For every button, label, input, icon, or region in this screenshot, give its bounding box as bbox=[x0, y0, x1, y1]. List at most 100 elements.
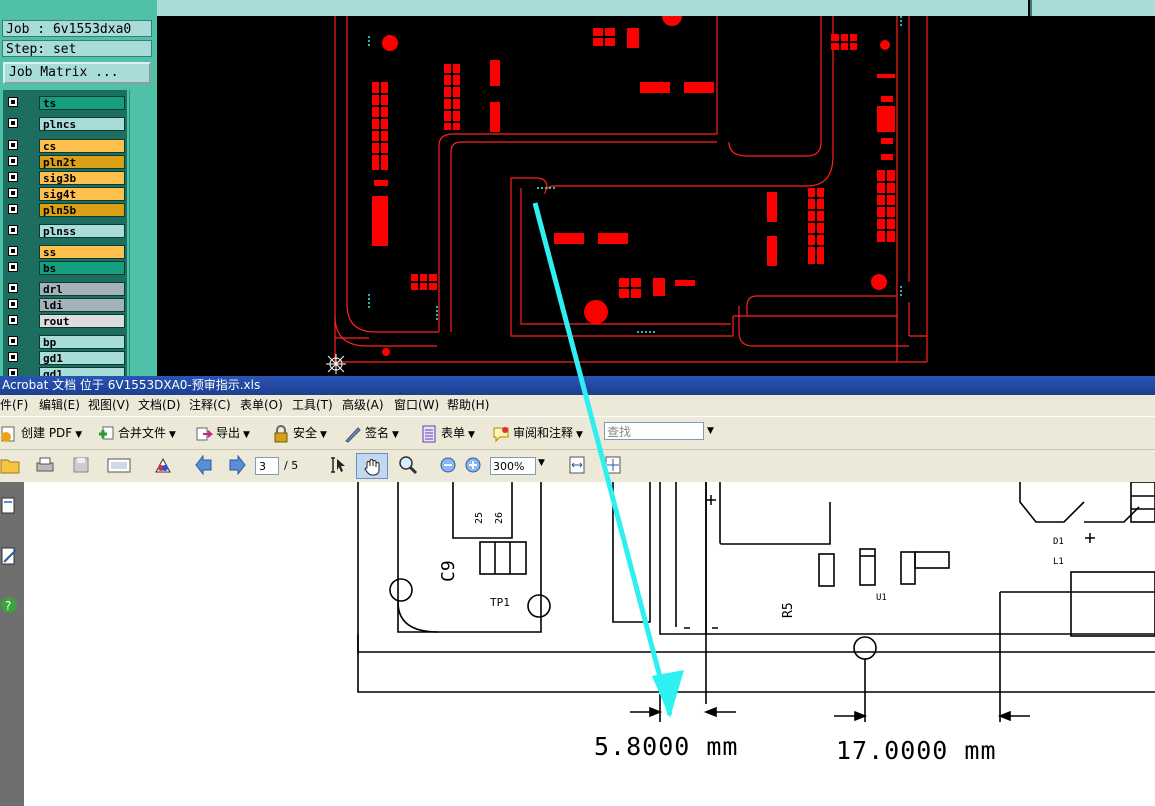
layer-name[interactable]: pln5b bbox=[39, 203, 125, 217]
genesis-side-panel: Job : 6v1553dxa0 Step: set Job Matrix ..… bbox=[0, 0, 157, 381]
layer-row[interactable]: sig4t bbox=[3, 186, 127, 202]
layer-row[interactable]: ts bbox=[3, 95, 127, 111]
layer-row[interactable]: bs bbox=[3, 260, 127, 276]
layer-checkbox[interactable] bbox=[8, 352, 18, 362]
form-icon bbox=[422, 425, 436, 442]
layer-checkbox[interactable] bbox=[8, 262, 18, 272]
layer-checkbox[interactable] bbox=[8, 225, 18, 235]
layer-checkbox[interactable] bbox=[8, 299, 18, 309]
layer-name[interactable]: cs bbox=[39, 139, 125, 153]
zoom-level-input[interactable]: 300% bbox=[490, 457, 536, 475]
panel-scrollbar[interactable] bbox=[129, 90, 154, 376]
export-button[interactable]: 导出 ▼ bbox=[195, 421, 250, 445]
layer-checkbox[interactable] bbox=[8, 204, 18, 214]
dimension-label-1: 5.8000 mm bbox=[594, 732, 739, 761]
layer-checkbox[interactable] bbox=[8, 315, 18, 325]
menu-comments[interactable]: 注释(C) bbox=[189, 395, 231, 415]
layer-checkbox[interactable] bbox=[8, 283, 18, 293]
menu-view[interactable]: 视图(V) bbox=[88, 395, 130, 415]
previous-page-icon[interactable] bbox=[195, 455, 215, 475]
create-pdf-button[interactable]: 创建 PDF ▼ bbox=[0, 421, 82, 445]
layer-row[interactable]: plncs bbox=[3, 116, 127, 132]
search-dropdown-icon[interactable]: ▼ bbox=[707, 426, 714, 436]
menu-forms[interactable]: 表单(O) bbox=[240, 395, 283, 415]
layer-name[interactable]: pln2t bbox=[39, 155, 125, 169]
layer-name[interactable]: rout bbox=[39, 314, 125, 328]
signatures-icon[interactable] bbox=[0, 546, 20, 568]
zoom-out-icon[interactable] bbox=[438, 455, 458, 475]
layer-row[interactable]: plnss bbox=[3, 223, 127, 239]
zoom-tool-icon[interactable] bbox=[398, 455, 418, 475]
layer-checkbox[interactable] bbox=[8, 172, 18, 182]
job-matrix-button[interactable]: Job Matrix ... bbox=[3, 62, 151, 84]
fit-width-icon[interactable] bbox=[567, 455, 587, 475]
menu-help[interactable]: 帮助(H) bbox=[447, 395, 489, 415]
fit-page-icon[interactable] bbox=[603, 455, 623, 475]
pcb-graphic-canvas[interactable] bbox=[157, 6, 1155, 376]
genesis-top-bar-right bbox=[1030, 0, 1155, 16]
layer-checkbox[interactable] bbox=[8, 118, 18, 128]
print-icon[interactable] bbox=[35, 455, 55, 475]
layer-name[interactable]: drl bbox=[39, 282, 125, 296]
window-title: Acrobat 文档 位于 6V1553DXA0-预审指示.xls bbox=[0, 376, 1155, 395]
menu-file[interactable]: 件(F) bbox=[0, 395, 28, 415]
layer-checkbox[interactable] bbox=[8, 188, 18, 198]
layer-name[interactable]: ldi bbox=[39, 298, 125, 312]
file-toolbar: ▼ bbox=[0, 449, 1155, 481]
menu-document[interactable]: 文档(D) bbox=[138, 395, 181, 415]
layer-row[interactable]: bp bbox=[3, 334, 127, 350]
layer-row[interactable]: sig3b bbox=[3, 170, 127, 186]
dimension-arrows bbox=[630, 694, 1030, 722]
layer-checkbox[interactable] bbox=[8, 336, 18, 346]
layer-checkbox[interactable] bbox=[8, 246, 18, 256]
layer-name[interactable]: plncs bbox=[39, 117, 125, 131]
combine-files-button[interactable]: 合并文件 ▼ bbox=[97, 421, 176, 445]
page-number-input[interactable]: 3 bbox=[255, 457, 279, 475]
menu-tools[interactable]: 工具(T) bbox=[292, 395, 333, 415]
layer-name[interactable]: plnss bbox=[39, 224, 125, 238]
open-folder-icon[interactable] bbox=[0, 455, 20, 475]
create-pdf-label: 创建 PDF bbox=[21, 426, 73, 440]
hand-icon bbox=[364, 459, 380, 476]
layer-row[interactable]: ldi bbox=[3, 297, 127, 313]
layer-row[interactable]: pln5b bbox=[3, 202, 127, 218]
pdf-label-tp1: TP1 bbox=[490, 596, 510, 609]
search-input[interactable]: 查找 bbox=[604, 422, 704, 440]
pdf-label-u1: U1 bbox=[876, 593, 887, 603]
layer-name[interactable]: ss bbox=[39, 245, 125, 259]
layer-row[interactable]: rout bbox=[3, 313, 127, 329]
layer-row[interactable]: cs bbox=[3, 138, 127, 154]
next-page-icon[interactable] bbox=[226, 455, 246, 475]
select-text-icon[interactable] bbox=[328, 455, 348, 475]
layer-name[interactable]: gd1 bbox=[39, 351, 125, 365]
pdf-label-j26: 26 bbox=[494, 512, 505, 524]
save-icon[interactable] bbox=[71, 455, 91, 475]
layer-checkbox[interactable] bbox=[8, 156, 18, 166]
menu-advanced[interactable]: 高级(A) bbox=[342, 395, 384, 415]
layer-row[interactable]: ss bbox=[3, 244, 127, 260]
layer-name[interactable]: ts bbox=[39, 96, 125, 110]
review-comment-button[interactable]: 审阅和注释 ▼ bbox=[492, 421, 583, 445]
layer-name[interactable]: sig4t bbox=[39, 187, 125, 201]
layer-row[interactable]: gd1 bbox=[3, 350, 127, 366]
zoom-in-icon[interactable] bbox=[463, 455, 483, 475]
pages-icon[interactable] bbox=[0, 496, 20, 516]
hand-tool-button[interactable] bbox=[356, 453, 388, 479]
sign-button[interactable]: 签名 ▼ bbox=[344, 421, 399, 445]
menu-edit[interactable]: 编辑(E) bbox=[39, 395, 80, 415]
help-icon[interactable]: ? bbox=[0, 596, 18, 614]
document-viewer[interactable]: 25 26 C9 TP1 R5 U1 D1 L1 5.8000 mm 17.00… bbox=[24, 482, 1155, 806]
secure-button[interactable]: 安全 ▼ bbox=[272, 421, 327, 445]
layer-name[interactable]: sig3b bbox=[39, 171, 125, 185]
layer-checkbox[interactable] bbox=[8, 140, 18, 150]
color-picker-icon[interactable] bbox=[153, 455, 173, 475]
layer-name[interactable]: bp bbox=[39, 335, 125, 349]
layer-row[interactable]: pln2t bbox=[3, 154, 127, 170]
layer-name[interactable]: bs bbox=[39, 261, 125, 275]
menu-window[interactable]: 窗口(W) bbox=[394, 395, 439, 415]
zoom-dropdown-icon[interactable]: ▼ bbox=[538, 458, 545, 468]
layer-row[interactable]: drl bbox=[3, 281, 127, 297]
forms-button[interactable]: 表单 ▼ bbox=[420, 421, 475, 445]
email-icon[interactable] bbox=[106, 455, 132, 475]
layer-checkbox[interactable] bbox=[8, 97, 18, 107]
